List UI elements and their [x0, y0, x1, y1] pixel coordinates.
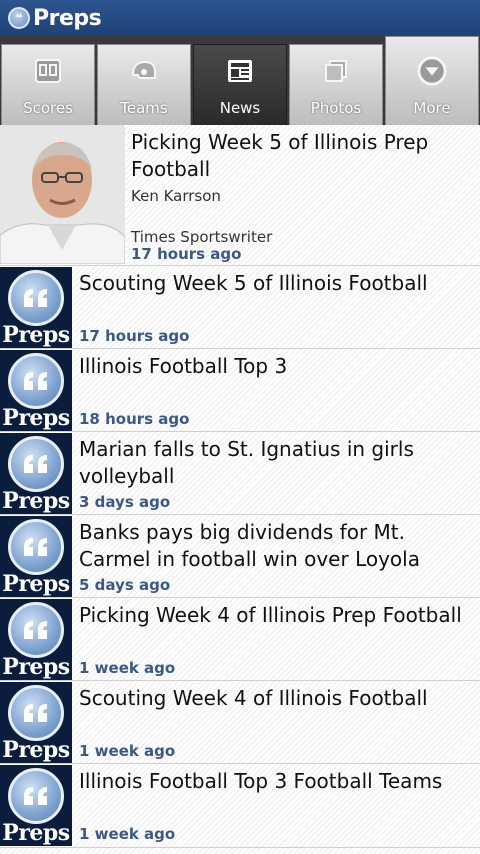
thumb-label: Preps [2, 737, 70, 763]
preps-thumbnail: Preps [0, 599, 72, 680]
tab-label: Teams [120, 99, 168, 117]
news-title: Illinois Football Top 3 Football Teams [79, 769, 443, 793]
tab-photos[interactable]: Photos [289, 44, 383, 125]
preps-logo-icon: ❝ [8, 7, 30, 29]
preps-thumbnail: Preps [0, 433, 72, 514]
preps-thumbnail: Preps [0, 267, 72, 348]
tab-label: More [413, 99, 451, 117]
thumb-label: Preps [2, 571, 70, 597]
tab-bar: Scores Teams News Photos More [0, 36, 480, 125]
news-time: 17 hours ago [79, 327, 190, 345]
preps-thumbnail: Preps [0, 350, 72, 431]
tab-label: Photos [310, 99, 362, 117]
news-item[interactable]: Preps Picking Week 4 of Illinois Prep Fo… [0, 598, 480, 681]
chevron-down-icon [417, 56, 447, 86]
news-item[interactable]: Preps Banks pays big dividends for Mt. C… [0, 515, 480, 598]
news-time: 17 hours ago [131, 245, 242, 263]
author-photo [0, 125, 125, 264]
news-item[interactable]: Preps Marian falls to St. Ignatius in gi… [0, 432, 480, 515]
news-item[interactable]: Preps Scouting Week 4 of Illinois Footba… [0, 681, 480, 764]
news-author: Ken Karrson [131, 187, 221, 205]
news-time: 1 week ago [79, 742, 176, 760]
app-title: Preps [33, 5, 102, 31]
preps-thumbnail: Preps [0, 516, 72, 597]
tab-scores[interactable]: Scores [1, 44, 95, 125]
news-title: Picking Week 4 of Illinois Prep Football [79, 603, 462, 627]
news-title: Scouting Week 5 of Illinois Football [79, 271, 428, 295]
preps-logo-icon [8, 685, 64, 741]
photos-icon [321, 57, 351, 85]
news-item[interactable]: Preps Illinois Football Top 3 Football T… [0, 764, 480, 848]
helmet-icon [129, 57, 159, 85]
newspaper-icon [225, 57, 255, 85]
preps-logo-icon [8, 519, 64, 575]
tab-news[interactable]: News [193, 44, 287, 125]
preps-logo-icon [8, 602, 64, 658]
app-header: ❝ Preps [0, 0, 480, 36]
tab-label: Scores [23, 99, 73, 117]
news-title: Illinois Football Top 3 [79, 354, 288, 378]
news-item[interactable]: Picking Week 5 of Illinois Prep Football… [0, 125, 480, 266]
news-author-role: Times Sportswriter [131, 228, 273, 246]
preps-thumbnail: Preps [0, 682, 72, 763]
thumb-label: Preps [2, 322, 70, 348]
thumb-label: Preps [2, 488, 70, 514]
preps-logo-icon [8, 270, 64, 326]
news-title: Marian falls to St. Ignatius in girls vo… [79, 437, 414, 488]
tab-teams[interactable]: Teams [97, 44, 191, 125]
preps-logo-icon [8, 436, 64, 492]
news-time: 1 week ago [79, 659, 176, 677]
news-feed: Picking Week 5 of Illinois Prep Football… [0, 125, 480, 854]
tab-more[interactable]: More [385, 36, 479, 125]
news-title: Scouting Week 4 of Illinois Football [79, 686, 428, 710]
news-time: 5 days ago [79, 576, 171, 594]
news-time: 3 days ago [79, 493, 171, 511]
scoreboard-icon [33, 57, 63, 85]
preps-logo-icon [8, 353, 64, 409]
news-time: 18 hours ago [79, 410, 190, 428]
news-item[interactable]: Preps Scouting Week 5 of Illinois Footba… [0, 266, 480, 349]
thumb-label: Preps [2, 654, 70, 680]
preps-thumbnail: Preps [0, 765, 72, 846]
thumb-label: Preps [2, 405, 70, 431]
news-time: 1 week ago [79, 825, 176, 843]
news-item[interactable]: Preps Illinois Football Top 3 18 hours a… [0, 349, 480, 432]
news-title: Picking Week 5 of Illinois Prep Football [131, 130, 429, 181]
preps-logo-icon [8, 768, 64, 824]
tab-label: News [219, 99, 261, 117]
thumb-label: Preps [2, 820, 70, 846]
news-title: Banks pays big dividends for Mt. Carmel … [79, 520, 420, 571]
